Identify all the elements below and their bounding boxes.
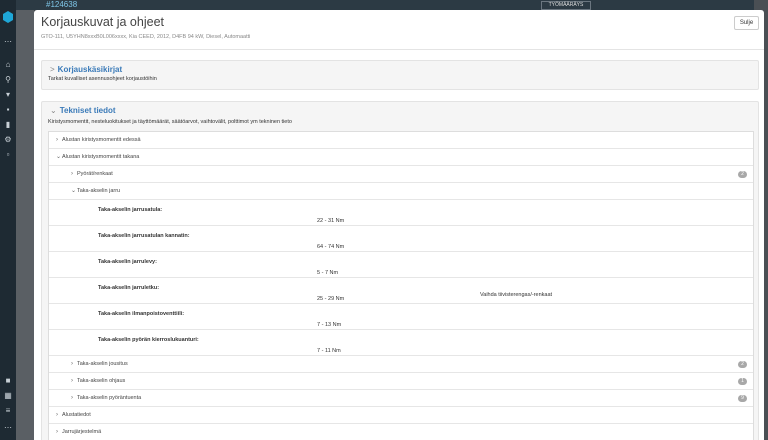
home-icon[interactable]: ⌂ bbox=[4, 61, 12, 69]
tree-row-label: Jarrujärjestelmä bbox=[62, 429, 102, 435]
repair-manuals-panel[interactable]: > Korjauskäsikirjat Tarkat kuvalliset ase… bbox=[41, 60, 759, 90]
spec-value: 7 - 13 Nm bbox=[317, 322, 342, 328]
stats-icon[interactable]: ▫ bbox=[4, 151, 12, 159]
technical-data-description: Kiristysmomentit, nesteluokitukset ja tä… bbox=[48, 119, 292, 125]
tree-row-label: Taka-akselin jousitus bbox=[77, 361, 128, 367]
repair-manuals-header[interactable]: > Korjauskäsikirjat bbox=[50, 65, 122, 75]
count-badge: 9 bbox=[738, 395, 747, 402]
tree-row-label: Alustan kiristysmomentit takana bbox=[62, 154, 140, 160]
tree-row[interactable]: ⌄Taka-akselin jarru bbox=[49, 183, 753, 200]
spec-name: Taka-akselin ilmanpoistoventtiili: bbox=[98, 311, 185, 317]
technical-data-tree: › Alustan kiristysmomentit edessä ⌄Alusta… bbox=[48, 131, 754, 440]
spec-row: Taka-akselin ilmanpoistoventtiili: 7 - 1… bbox=[49, 304, 753, 330]
grid-icon[interactable]: ▦ bbox=[4, 392, 12, 400]
tree-row-label: Taka-akselin pyöräntuenta bbox=[77, 395, 142, 401]
chevron-right-icon: > bbox=[50, 65, 55, 74]
count-badge: 2 bbox=[738, 361, 747, 368]
repair-manuals-description: Tarkat kuvalliset asennusohjeet korjaust… bbox=[48, 76, 157, 82]
cart-icon[interactable]: ▾ bbox=[4, 91, 12, 99]
more-icon[interactable]: ⋯ bbox=[4, 38, 12, 46]
spec-row: Taka-akselin jarruletku: 25 - 29 Nm Vaih… bbox=[49, 278, 753, 304]
spec-value: 22 - 31 Nm bbox=[317, 218, 345, 224]
tree-row[interactable]: › Jarrujärjestelmä bbox=[49, 424, 753, 440]
chevron-down-icon: ⌄ bbox=[50, 106, 57, 115]
tree-row[interactable]: ⌄Alustan kiristysmomentit takana bbox=[49, 149, 753, 166]
work-order-button[interactable]: TYÖMÄÄRÄYS bbox=[541, 1, 591, 10]
spec-name: Taka-akselin jarrusatula: bbox=[98, 207, 163, 213]
repair-manuals-title: Korjauskäsikirjat bbox=[57, 65, 123, 74]
app-sidebar: ⋯ ⌂ ⚲ ▾ ▪ ▮ ⚙ ▫ ■ ▦ ≡ ⋯ bbox=[0, 0, 16, 440]
logo-icon[interactable] bbox=[3, 11, 13, 23]
tree-row[interactable]: › Pyörät/renkaat 2 bbox=[49, 166, 753, 183]
record-id: #124638 bbox=[46, 0, 78, 9]
count-badge: 2 bbox=[738, 171, 747, 178]
tree-row-label: Pyörät/renkaat bbox=[77, 171, 113, 177]
tree-row[interactable]: › Taka-akselin jousitus 2 bbox=[49, 356, 753, 373]
technical-data-header[interactable]: ⌄ Tekniset tiedot bbox=[50, 106, 116, 116]
spec-row: Taka-akselin jarrusatulan kannatin: 64 -… bbox=[49, 226, 753, 252]
tree-row-label: Taka-akselin ohjaus bbox=[77, 378, 126, 384]
modal-header: Korjauskuvat ja ohjeet GTO-111, U5YHN8xx… bbox=[34, 10, 764, 50]
message-icon[interactable]: ■ bbox=[4, 377, 12, 385]
more-bottom-icon[interactable]: ⋯ bbox=[4, 424, 12, 432]
spec-row: Taka-akselin pyörän kierroslukuanturi: 7… bbox=[49, 330, 753, 356]
search-icon[interactable]: ⚲ bbox=[4, 76, 12, 84]
document-icon[interactable]: ▪ bbox=[4, 106, 12, 114]
count-badge: 1 bbox=[738, 378, 747, 385]
gear-icon[interactable]: ⚙ bbox=[4, 136, 12, 144]
vehicle-info: GTO-111, U5YHN8xxxB0L006xxxx, Kia CEED, … bbox=[41, 34, 251, 40]
tree-row[interactable]: › Taka-akselin pyöräntuenta 9 bbox=[49, 390, 753, 407]
modal-title: Korjauskuvat ja ohjeet bbox=[41, 15, 164, 29]
spec-name: Taka-akselin jarrusatulan kannatin: bbox=[98, 233, 190, 239]
spec-value: 5 - 7 Nm bbox=[317, 270, 339, 276]
technical-data-title: Tekniset tiedot bbox=[59, 106, 116, 115]
spec-value: 25 - 29 Nm bbox=[317, 296, 345, 302]
spec-note: Vaihda tiivisterengas/-renkaat bbox=[480, 292, 553, 298]
spec-row: Taka-akselin jarrulevy: 5 - 7 Nm bbox=[49, 252, 753, 278]
app-topbar: #124638 TYÖMÄÄRÄYS bbox=[16, 0, 768, 10]
spec-value: 64 - 74 Nm bbox=[317, 244, 345, 250]
spec-row: Taka-akselin jarrusatula: 22 - 31 Nm bbox=[49, 200, 753, 226]
tree-row-label: Alustatiedot bbox=[62, 412, 91, 418]
spec-name: Taka-akselin pyörän kierroslukuanturi: bbox=[98, 337, 199, 343]
tree-row[interactable]: › Alustan kiristysmomentit edessä bbox=[49, 132, 753, 149]
spec-value: 7 - 11 Nm bbox=[317, 348, 341, 354]
background-overlay-left bbox=[16, 10, 34, 440]
list-icon[interactable]: ≡ bbox=[4, 407, 12, 415]
tree-row-label: Alustan kiristysmomentit edessä bbox=[62, 137, 141, 143]
chart-icon[interactable]: ▮ bbox=[4, 121, 12, 129]
tree-row-label: Taka-akselin jarru bbox=[77, 188, 121, 194]
close-button[interactable]: Sulje bbox=[734, 16, 759, 30]
tree-row[interactable]: › Alustatiedot bbox=[49, 407, 753, 424]
repair-info-modal: Korjauskuvat ja ohjeet GTO-111, U5YHN8xx… bbox=[34, 10, 764, 440]
spec-name: Taka-akselin jarrulevy: bbox=[98, 259, 157, 265]
technical-data-panel: ⌄ Tekniset tiedot Kiristysmomentit, neste… bbox=[41, 101, 759, 440]
spec-name: Taka-akselin jarruletku: bbox=[98, 285, 160, 291]
tree-row[interactable]: › Taka-akselin ohjaus 1 bbox=[49, 373, 753, 390]
